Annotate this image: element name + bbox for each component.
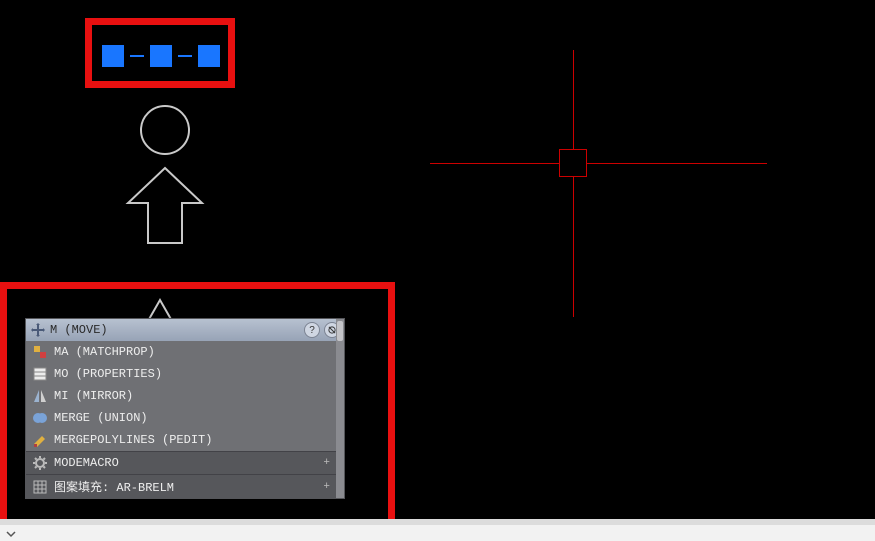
mirror-icon xyxy=(32,388,48,404)
union-icon xyxy=(32,410,48,426)
popup-header: M (MOVE) ? xyxy=(26,319,344,341)
hatch-icon xyxy=(32,479,48,495)
command-list: MA (MATCHPROP) MO (PROPERTIES) MI (MIRRO… xyxy=(26,341,344,451)
grip-connector xyxy=(178,55,192,57)
grip-handle[interactable] xyxy=(102,45,124,67)
command-label: MERGE (UNION) xyxy=(54,411,148,425)
command-item-matchprop[interactable]: MA (MATCHPROP) xyxy=(26,341,344,363)
selected-grips[interactable] xyxy=(102,45,220,67)
pickbox xyxy=(559,149,587,177)
grip-connector xyxy=(130,55,144,57)
pedit-icon xyxy=(32,432,48,448)
popup-title: M (MOVE) xyxy=(50,323,300,337)
scrollbar-thumb[interactable] xyxy=(337,321,343,341)
drawing-canvas[interactable]: M (MOVE) ? MA (MATCHPROP) MO (PROPERTIES… xyxy=(0,0,875,541)
command-label: MA (MATCHPROP) xyxy=(54,345,155,359)
category-label: 图案填充: AR-BRELM xyxy=(54,478,174,495)
move-icon xyxy=(30,322,46,338)
command-item-properties[interactable]: MO (PROPERTIES) xyxy=(26,363,344,385)
category-item-hatch[interactable]: 图案填充: AR-BRELM + xyxy=(26,474,344,498)
matchprop-icon xyxy=(32,344,48,360)
polyline-entity[interactable] xyxy=(120,165,210,250)
category-label: MODEMACRO xyxy=(54,456,119,470)
command-label: MERGEPOLYLINES (PEDIT) xyxy=(54,433,212,447)
gear-icon xyxy=(32,455,48,471)
category-item-modemacro[interactable]: MODEMACRO + xyxy=(26,451,344,474)
command-item-pedit[interactable]: MERGEPOLYLINES (PEDIT) xyxy=(26,429,344,451)
properties-icon xyxy=(32,366,48,382)
command-autocomplete-popup[interactable]: M (MOVE) ? MA (MATCHPROP) MO (PROPERTIES… xyxy=(25,318,345,499)
popup-scrollbar[interactable] xyxy=(336,319,344,498)
grip-handle[interactable] xyxy=(198,45,220,67)
command-prompt-icon xyxy=(6,528,16,538)
grip-handle[interactable] xyxy=(150,45,172,67)
circle-entity[interactable] xyxy=(140,105,190,155)
help-button[interactable]: ? xyxy=(304,322,320,338)
command-label: MO (PROPERTIES) xyxy=(54,367,162,381)
command-label: MI (MIRROR) xyxy=(54,389,133,403)
command-item-mirror[interactable]: MI (MIRROR) xyxy=(26,385,344,407)
crosshair-cursor xyxy=(573,163,574,164)
command-line[interactable] xyxy=(0,525,875,541)
command-item-union[interactable]: MERGE (UNION) xyxy=(26,407,344,429)
